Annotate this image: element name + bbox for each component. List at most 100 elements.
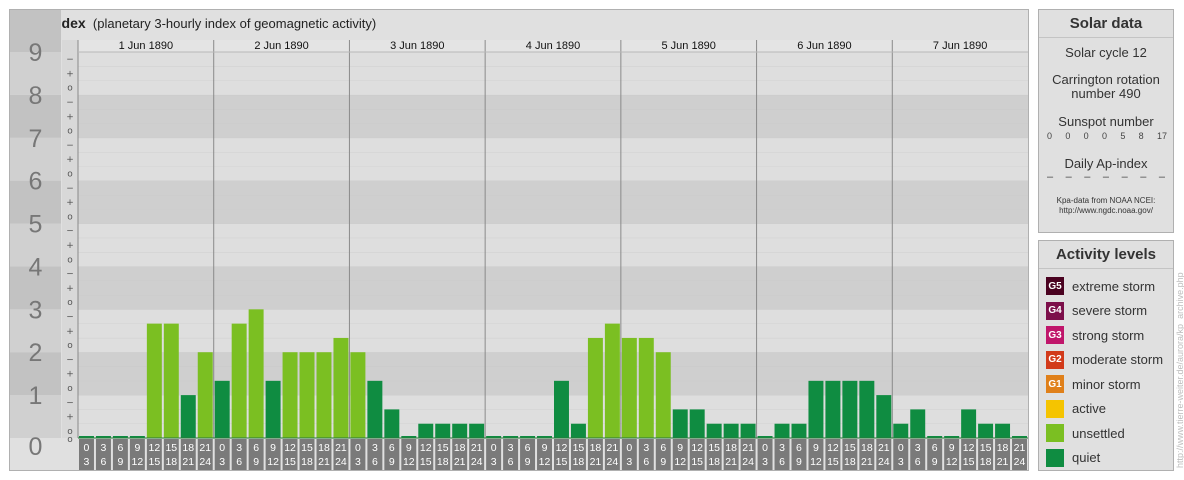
kp-bar — [791, 423, 807, 438]
y-subtick: − — [66, 355, 74, 365]
activity-swatch — [1046, 448, 1064, 467]
hour-end-label: 6 — [779, 456, 785, 468]
ap-value: – — [1047, 171, 1054, 183]
kp-bar — [418, 423, 434, 438]
y-subtick: + — [66, 327, 74, 337]
kp-bar — [808, 380, 824, 438]
hour-end-label: 21 — [182, 456, 194, 468]
hour-start-label: 6 — [525, 442, 531, 454]
hour-start-label: 6 — [932, 442, 938, 454]
kpa-chart-panel: Kpa-index (planetary 3-hourly index of g… — [9, 9, 1029, 471]
hour-end-label: 12 — [539, 456, 551, 468]
y-tick-label: 4 — [29, 253, 43, 281]
hour-start-label: 0 — [626, 442, 632, 454]
hour-end-label: 3 — [491, 456, 497, 468]
activity-level-label: extreme storm — [1072, 278, 1156, 294]
activity-level-minor-storm: G1 minor storm — [1039, 372, 1173, 397]
y-subtick: + — [66, 370, 74, 380]
hour-start-label: 15 — [844, 442, 856, 454]
kp-bar — [469, 423, 485, 438]
sunspot-number-label: Sunspot number — [1058, 114, 1154, 129]
solar-data-panel: Solar data Solar cycle 12 Carrington rot… — [1038, 9, 1174, 233]
hour-start-label: 0 — [491, 442, 497, 454]
hour-end-label: 18 — [437, 456, 449, 468]
y-tick-label: 2 — [29, 339, 43, 367]
hour-start-label: 15 — [980, 442, 992, 454]
hour-end-label: 9 — [932, 456, 938, 468]
hour-end-label: 24 — [607, 456, 619, 468]
kp-bar — [554, 380, 569, 438]
source-credit: http://www.tierre-weiter.de/aurora/kp_ar… — [1175, 272, 1184, 468]
hour-start-label: 9 — [949, 442, 955, 454]
y-subtick: − — [66, 98, 74, 108]
hour-start-label: 12 — [420, 442, 432, 454]
hour-end-label: 9 — [117, 456, 123, 468]
grid-band — [78, 123, 1028, 138]
sunspot-value: 0 — [1083, 131, 1089, 141]
hour-start-label: 9 — [134, 442, 140, 454]
activity-level-extreme-storm: G5 extreme storm — [1039, 274, 1173, 299]
hour-start-label: 0 — [355, 442, 361, 454]
hour-end-label: 18 — [301, 456, 313, 468]
y-subtick: − — [66, 312, 74, 322]
data-source-link[interactable]: http://www.ngdc.noaa.gov/ — [1039, 206, 1173, 216]
grid-band — [78, 52, 1028, 67]
kp-bar — [859, 380, 875, 438]
hour-start-label: 0 — [898, 442, 904, 454]
day-label: 3 Jun 1890 — [390, 40, 444, 52]
hour-end-label: 3 — [219, 456, 225, 468]
grid-band — [78, 280, 1028, 296]
hour-end-label: 15 — [691, 456, 703, 468]
hour-end-label: 6 — [643, 456, 649, 468]
hour-start-label: 18 — [861, 442, 873, 454]
y-subtick: + — [66, 284, 74, 294]
hour-start-label: 3 — [236, 442, 242, 454]
day-label: 2 Jun 1890 — [254, 40, 308, 52]
kp-bar — [384, 409, 400, 438]
hour-end-label: 12 — [403, 456, 415, 468]
hour-start-label: 9 — [542, 442, 548, 454]
hour-start-label: 6 — [253, 442, 259, 454]
sunspot-value: 17 — [1156, 131, 1167, 141]
hour-start-label: 15 — [708, 442, 720, 454]
activity-swatch: G1 — [1046, 375, 1064, 394]
activity-level-unsettled: unsettled — [1039, 421, 1173, 446]
kp-bar — [655, 352, 671, 438]
hour-start-label: 6 — [796, 442, 802, 454]
data-source-line1: Kpa-data from NOAA NCEI: — [1056, 196, 1156, 205]
hour-end-label: 15 — [556, 456, 568, 468]
hour-end-label: 24 — [742, 456, 754, 468]
hour-start-label: 3 — [508, 442, 514, 454]
activity-level-label: moderate storm — [1072, 352, 1164, 368]
hour-end-label: 24 — [199, 456, 211, 468]
hour-end-label: 6 — [508, 456, 514, 468]
kp-bar — [689, 409, 705, 438]
hour-end-label: 21 — [725, 456, 737, 468]
hour-start-label: 3 — [643, 442, 649, 454]
y-subtick: − — [66, 227, 74, 237]
grid-band — [78, 180, 1028, 195]
activity-levels-panel: Activity levels G5 extreme storm G4 severe … — [1038, 240, 1174, 471]
y-subtick: o — [67, 341, 73, 351]
grid-band — [78, 166, 1028, 181]
kp-bar — [316, 352, 332, 438]
hour-end-label: 15 — [284, 456, 296, 468]
ap-value: – — [1121, 171, 1128, 183]
carrington-line2: number 490 — [1071, 86, 1141, 101]
grid-band — [78, 252, 1028, 267]
ap-value: – — [1102, 171, 1110, 183]
kp-bar — [638, 337, 654, 438]
hour-end-label: 12 — [810, 456, 822, 468]
y-tick-label: 6 — [29, 168, 43, 196]
daily-ap-values: – – – – – – – — [1039, 171, 1173, 183]
hour-end-label: 3 — [762, 456, 768, 468]
activity-swatch: G5 — [1046, 277, 1064, 296]
activity-level-moderate-storm: G2 moderate storm — [1039, 348, 1173, 373]
grid-band — [78, 352, 1028, 367]
grid-band — [78, 137, 1028, 153]
sunspot-value: 8 — [1138, 131, 1144, 141]
kpa-bar-chart: o+−o+−o+−o+−o+−o+−o+−o+−o+−o0123456789 1 … — [10, 10, 1028, 470]
hour-end-label: 3 — [898, 456, 904, 468]
sunspot-value: 5 — [1120, 131, 1126, 141]
hour-start-label: 12 — [963, 442, 975, 454]
